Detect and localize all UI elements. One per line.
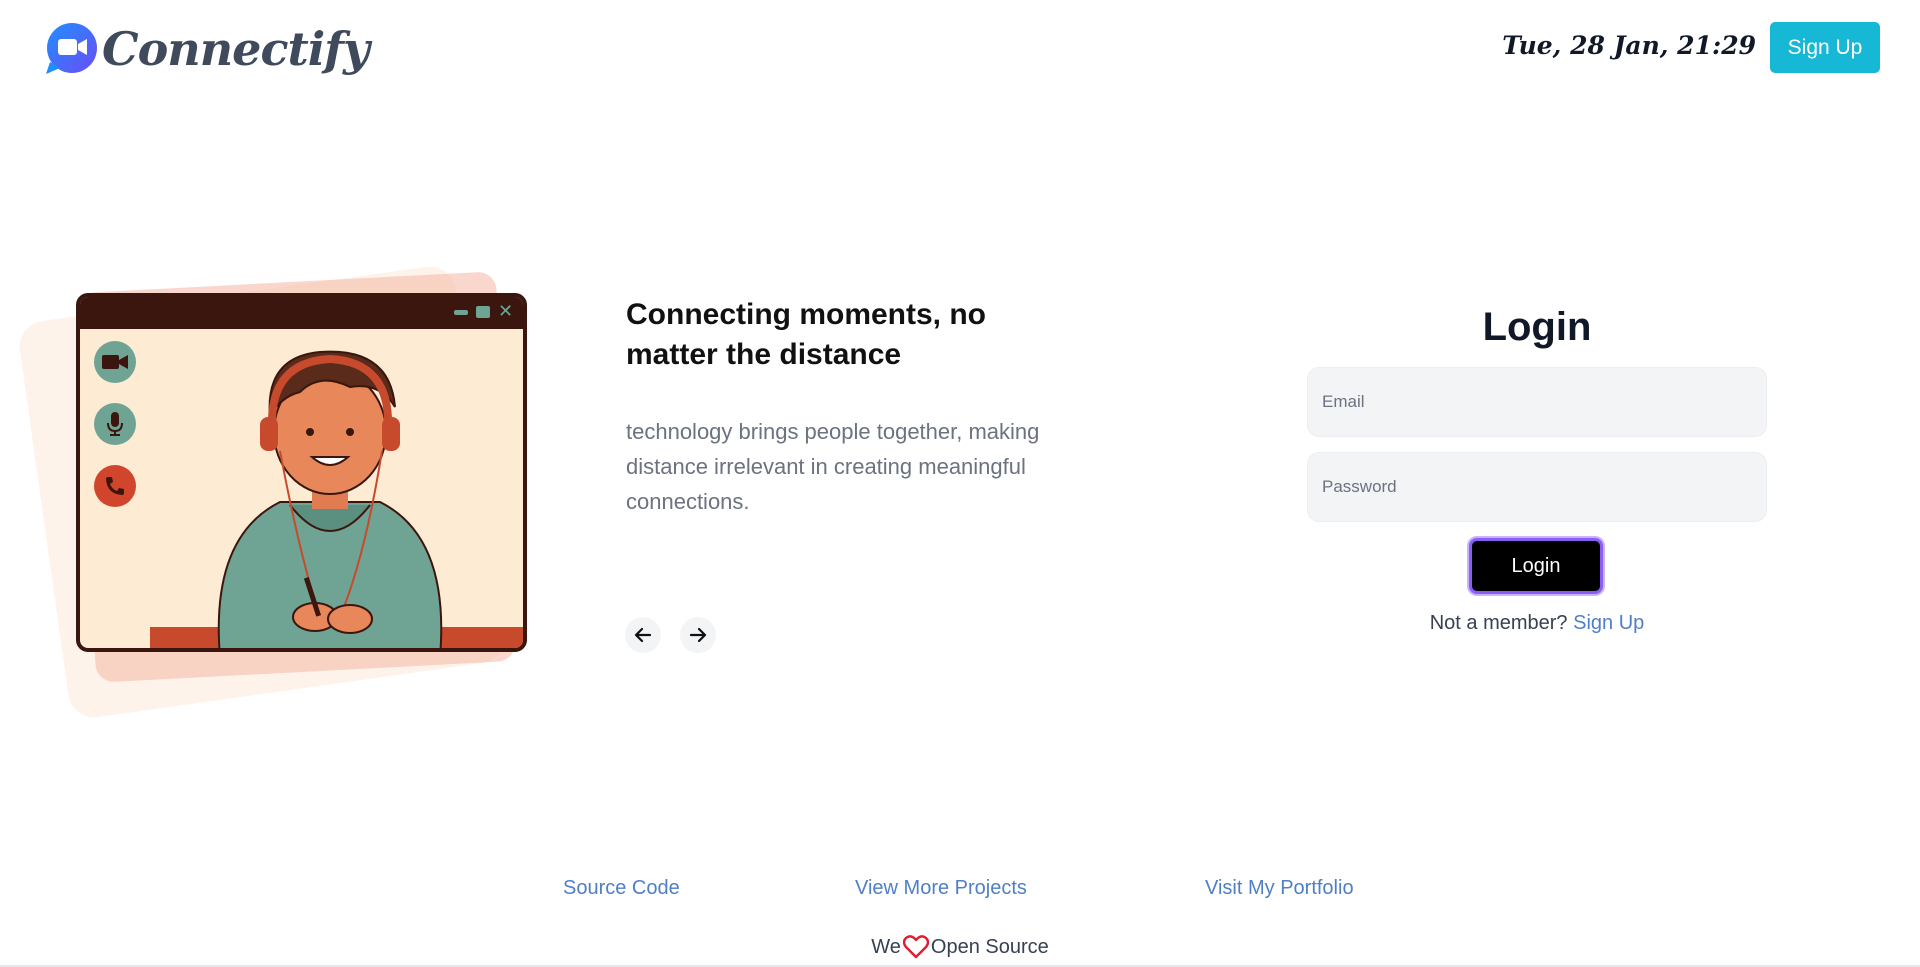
email-field[interactable]	[1307, 367, 1767, 437]
signup-prompt-text: Not a member?	[1429, 612, 1568, 634]
arrow-left-icon	[634, 627, 652, 643]
brand-name: Connectify	[102, 22, 370, 76]
love-open-source-note: We Open Source	[0, 935, 1920, 959]
hero-title: Connecting moments, no matter the distan…	[626, 298, 986, 371]
source-code-link[interactable]: Source Code	[563, 877, 680, 900]
visit-portfolio-link[interactable]: Visit My Portfolio	[1205, 877, 1354, 900]
login-button[interactable]: Login	[1469, 538, 1603, 594]
love-suffix: Open Source	[930, 935, 1049, 958]
carousel-next-button[interactable]	[680, 617, 716, 653]
person-with-headphones-illustration	[150, 350, 523, 648]
password-field[interactable]	[1307, 452, 1767, 522]
current-datetime: Tue, 28 Jan, 21:29	[1502, 31, 1756, 60]
signup-prompt: Not a member? Sign Up	[1307, 612, 1767, 635]
arrow-right-icon	[689, 627, 707, 643]
heart-icon	[902, 935, 929, 959]
minimize-icon	[454, 310, 468, 315]
hero-description: technology brings people together, makin…	[626, 419, 1040, 514]
microphone-icon	[94, 403, 136, 445]
window-titlebar: ✕	[80, 297, 523, 329]
header: Connectify Tue, 28 Jan, 21:29 Sign Up	[0, 0, 1920, 100]
video-call-window: ✕	[76, 293, 527, 652]
carousel-prev-button[interactable]	[625, 617, 661, 653]
video-chat-logo-icon	[44, 22, 98, 76]
maximize-icon	[476, 306, 490, 318]
signup-link[interactable]: Sign Up	[1573, 612, 1644, 634]
view-more-projects-link[interactable]: View More Projects	[855, 877, 1027, 900]
login-title: Login	[1482, 305, 1592, 349]
phone-icon	[94, 465, 136, 507]
header-signup-button[interactable]: Sign Up	[1770, 22, 1880, 73]
video-call-illustration: ✕	[16, 262, 536, 721]
brand[interactable]: Connectify	[44, 22, 370, 76]
camera-icon	[94, 341, 136, 383]
close-icon: ✕	[498, 301, 514, 321]
love-prefix: We	[871, 935, 901, 958]
